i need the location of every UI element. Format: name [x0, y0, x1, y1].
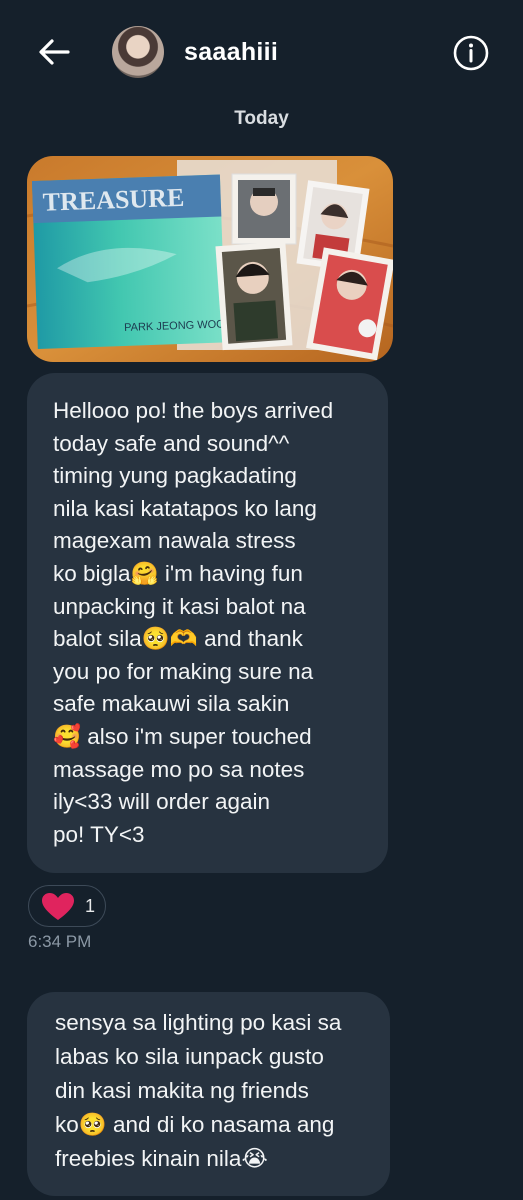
album-title: TREASURE: [42, 183, 185, 217]
message-text: Hellooo po! the boys arrived today safe …: [53, 398, 334, 847]
message-timestamp: 6:34 PM: [28, 932, 92, 951]
info-button[interactable]: [452, 34, 490, 72]
reaction-badge[interactable]: 1: [28, 885, 106, 927]
heart-icon: [42, 893, 74, 920]
reaction-count: 1: [85, 896, 96, 916]
arrow-left-icon: [39, 39, 70, 65]
info-circle-icon: [453, 35, 489, 71]
date-divider: Today: [234, 108, 289, 129]
message-text: sensya sa lighting po kasi sa labas ko s…: [55, 1010, 342, 1171]
message-bubble[interactable]: Hellooo po! the boys arrived today safe …: [27, 373, 388, 873]
message-bubble[interactable]: sensya sa lighting po kasi sa labas ko s…: [27, 992, 390, 1196]
conversation-username[interactable]: saaahiii: [184, 38, 278, 67]
conversation-header: saaahiii: [0, 0, 523, 100]
avatar[interactable]: [112, 26, 164, 78]
photo-message[interactable]: TREASURE PARK JEONG WOO: [27, 156, 393, 362]
back-button[interactable]: [36, 34, 72, 70]
album-photo: TREASURE PARK JEONG WOO: [27, 156, 393, 362]
